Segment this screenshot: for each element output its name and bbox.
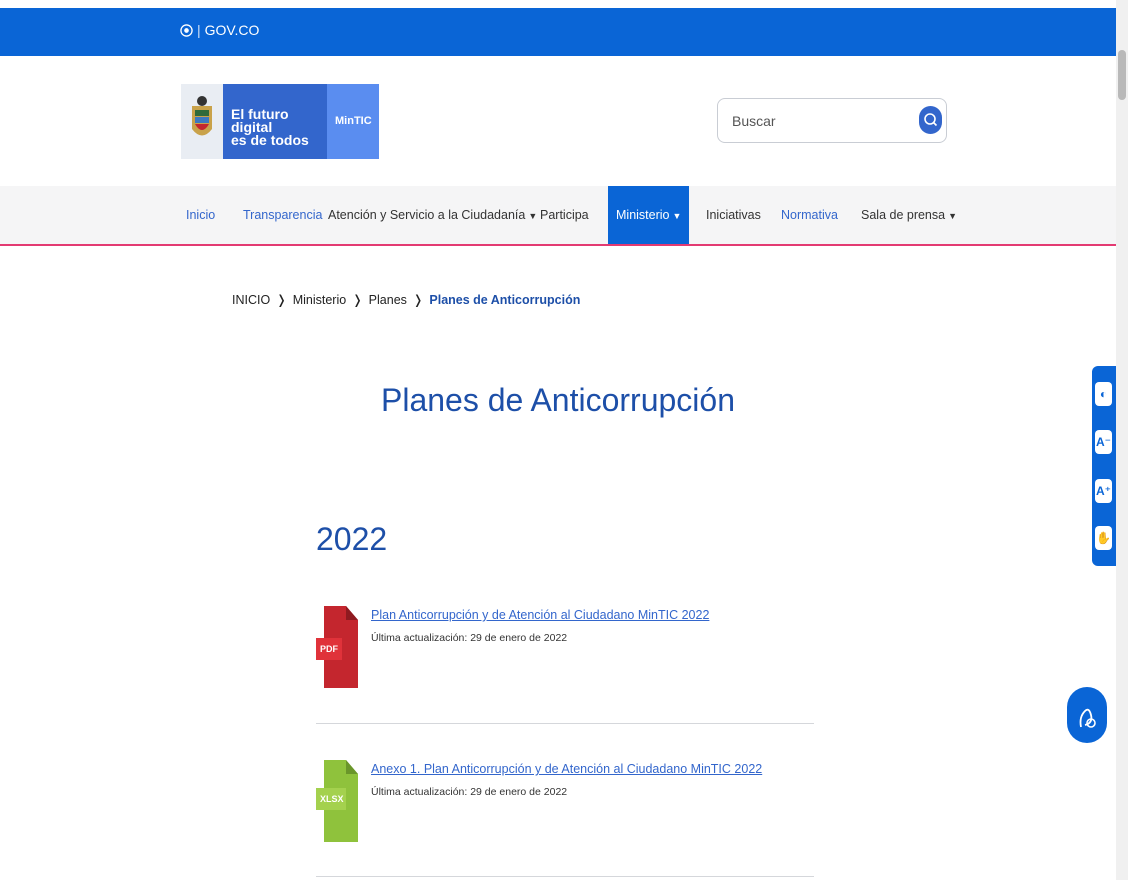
page-title: Planes de Anticorrupción <box>381 382 735 418</box>
logo-slogan: El futuro digital es de todos <box>223 84 327 159</box>
gov-logo[interactable]: | GOV.CO <box>180 22 259 38</box>
chevron-down-icon: ▼ <box>672 211 682 221</box>
nav-inicio[interactable]: Inicio <box>186 186 215 244</box>
xlsx-tag: XLSX <box>320 794 344 804</box>
pdf-tag: PDF <box>320 644 338 654</box>
document-link[interactable]: Anexo 1. Plan Anticorrupción y de Atenci… <box>371 762 762 776</box>
nav-atencion-label: Atención y Servicio a la Ciudadanía <box>328 208 526 222</box>
gov-label: GOV.CO <box>204 22 260 38</box>
divider <box>316 723 814 724</box>
sign-language-button[interactable]: ✋ <box>1095 526 1112 550</box>
document-date: Última actualización: 29 de enero de 202… <box>371 632 568 644</box>
divider <box>316 876 814 877</box>
search-field[interactable]: Buscar <box>717 98 947 143</box>
scrollbar-thumb[interactable] <box>1118 50 1126 100</box>
gov-shield-icon <box>180 23 193 37</box>
decrease-font-button[interactable]: A⁻ <box>1095 430 1112 454</box>
page-scrollbar[interactable] <box>1116 0 1128 880</box>
gov-divider: | <box>197 22 201 38</box>
breadcrumb-planes[interactable]: Planes <box>369 293 407 307</box>
mintic-logo[interactable]: El futuro digital es de todos MinTIC <box>181 84 379 159</box>
logo-brand: MinTIC <box>327 84 379 159</box>
nav-participa[interactable]: Participa <box>540 186 589 244</box>
year-heading: 2022 <box>316 521 388 557</box>
nav-sala-prensa-label: Sala de prensa <box>861 208 946 222</box>
breadcrumb-separator: ❭ <box>276 293 287 307</box>
logo-slogan-line1: El futuro digital <box>231 106 289 135</box>
logo-slogan-line2: es de todos <box>231 132 309 148</box>
document-date: Última actualización: 29 de enero de 202… <box>371 786 568 798</box>
chevron-down-icon: ▼ <box>948 211 958 221</box>
search-placeholder: Buscar <box>732 113 776 129</box>
gov-top-bar: | GOV.CO <box>0 8 1116 56</box>
pdf-file-icon: PDF <box>316 606 358 688</box>
breadcrumb: INICIO ❭ Ministerio ❭ Planes ❭ Planes de Antic… <box>232 292 580 307</box>
search-button[interactable] <box>919 106 942 134</box>
breadcrumb-current: Planes de Anticorrupción <box>429 293 581 307</box>
xlsx-file-icon: XLSX <box>316 760 358 842</box>
contrast-button[interactable]: ◐ <box>1095 382 1112 406</box>
assistant-icon <box>1079 708 1096 728</box>
coat-of-arms-icon <box>181 84 223 159</box>
nav-normativa[interactable]: Normativa <box>781 186 838 244</box>
nav-atencion[interactable]: Atención y Servicio a la Ciudadanía ▼ <box>328 186 537 244</box>
chevron-down-icon: ▼ <box>528 211 538 221</box>
search-icon <box>924 113 938 127</box>
main-nav: Inicio Transparencia Atención y Servicio… <box>0 186 1116 246</box>
nav-transparencia[interactable]: Transparencia <box>243 186 322 244</box>
nav-sala-prensa[interactable]: Sala de prensa ▼ <box>861 186 957 244</box>
accessibility-toolbar: ◐ A⁻ A⁺ ✋ <box>1092 366 1116 566</box>
increase-font-button[interactable]: A⁺ <box>1095 479 1112 503</box>
breadcrumb-separator: ❭ <box>352 293 363 307</box>
nav-ministerio[interactable]: Ministerio ▼ <box>608 186 690 244</box>
breadcrumb-ministerio[interactable]: Ministerio <box>293 293 347 307</box>
breadcrumb-inicio[interactable]: INICIO <box>232 293 270 307</box>
nav-iniciativas[interactable]: Iniciativas <box>706 186 761 244</box>
nav-ministerio-label: Ministerio <box>616 208 670 222</box>
document-link[interactable]: Plan Anticorrupción y de Atención al Ciu… <box>371 608 709 622</box>
breadcrumb-separator: ❭ <box>412 293 424 307</box>
assistant-button[interactable] <box>1067 687 1107 743</box>
